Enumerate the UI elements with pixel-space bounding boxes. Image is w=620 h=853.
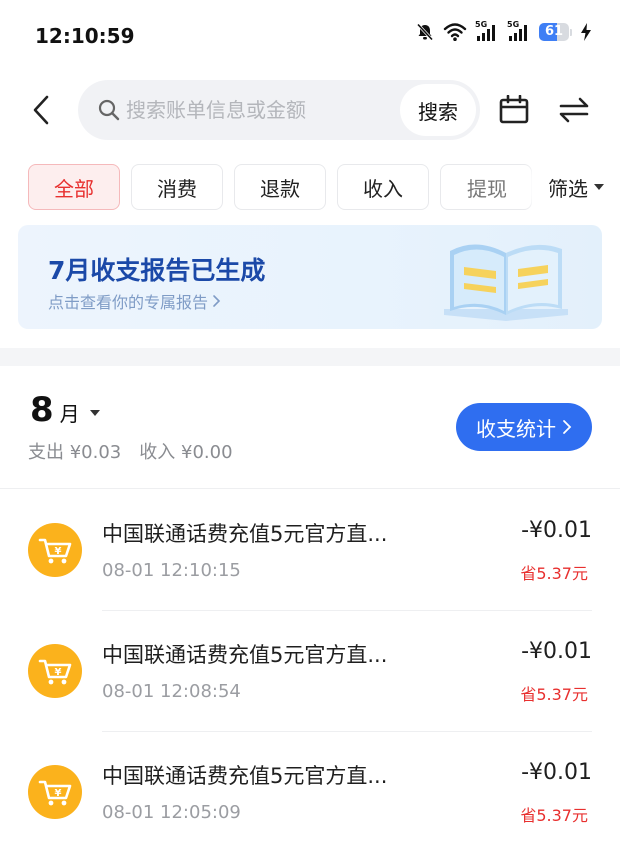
report-banner[interactable]: 7月收支报告已生成 点击查看你的专属报告 xyxy=(18,225,602,329)
month-selector[interactable]: 8 月 xyxy=(30,390,100,430)
transaction-amount: -¥0.01 xyxy=(521,760,592,785)
dropdown-triangle-icon xyxy=(594,184,604,190)
report-subtitle-link[interactable]: 点击查看你的专属报告 xyxy=(48,289,222,313)
shopping-cart-icon: ¥ xyxy=(38,780,72,806)
search-button[interactable]: 搜索 xyxy=(400,84,476,136)
wifi-icon xyxy=(443,23,467,41)
cellular-signal-2: 5G xyxy=(507,20,531,42)
transaction-title: 中国联通话费充值5元官方直... xyxy=(102,764,388,788)
tab-consumption[interactable]: 消费 xyxy=(131,164,223,210)
book-illustration-icon xyxy=(444,244,568,321)
status-bar: 12:10:59 5G 5G 61 xyxy=(0,0,620,72)
report-title: 7月收支报告已生成 xyxy=(48,256,266,285)
filter-tabs: 全部 消费 退款 收入 提现 筛选 xyxy=(28,164,620,210)
chevron-right-icon xyxy=(213,295,221,307)
cellular-signal-1: 5G xyxy=(475,20,499,42)
tab-withdraw[interactable]: 提现 xyxy=(440,164,532,210)
svg-text:¥: ¥ xyxy=(55,788,62,799)
transaction-title: 中国联通话费充值5元官方直... xyxy=(102,643,388,667)
status-icons: 5G 5G 61 xyxy=(415,20,592,42)
transaction-item[interactable]: ¥ 中国联通话费充值5元官方直... 08-01 12:08:54 -¥0.01… xyxy=(0,611,620,732)
transaction-time: 08-01 12:08:54 xyxy=(102,681,241,702)
transaction-saving: 省5.37元 xyxy=(520,806,588,825)
chevron-right-icon xyxy=(563,420,572,434)
expense-total: 支出 ¥0.03 xyxy=(28,442,122,463)
shopping-cart-icon: ¥ xyxy=(38,538,72,564)
tab-refund[interactable]: 退款 xyxy=(234,164,326,210)
tab-income[interactable]: 收入 xyxy=(337,164,429,210)
transaction-saving: 省5.37元 xyxy=(520,685,588,704)
chevron-left-icon xyxy=(33,95,49,125)
shopping-cart-icon: ¥ xyxy=(38,659,72,685)
tab-all[interactable]: 全部 xyxy=(28,164,120,210)
transaction-icon: ¥ xyxy=(28,644,82,698)
svg-text:¥: ¥ xyxy=(55,667,62,678)
search-input[interactable] xyxy=(126,90,396,130)
stats-button-label: 收支统计 xyxy=(476,416,556,441)
transaction-time: 08-01 12:10:15 xyxy=(102,560,241,581)
filter-label: 筛选 xyxy=(548,176,588,201)
transaction-title: 中国联通话费充值5元官方直... xyxy=(102,522,388,546)
battery-level-text: 61 xyxy=(544,24,564,39)
calendar-button[interactable] xyxy=(498,94,530,125)
month-summary: 支出 ¥0.03 收入 ¥0.00 xyxy=(28,438,233,464)
battery-tip xyxy=(570,28,572,36)
transaction-item[interactable]: ¥ 中国联通话费充值5元官方直... 08-01 12:05:09 -¥0.01… xyxy=(0,732,620,853)
status-time: 12:10:59 xyxy=(35,24,135,48)
battery-icon: 61 xyxy=(539,23,569,41)
back-button[interactable] xyxy=(26,92,56,128)
summary-divider xyxy=(0,488,620,489)
network-type-label: 5G xyxy=(475,20,488,29)
stats-button[interactable]: 收支统计 xyxy=(456,403,592,451)
battery-indicator: 61 xyxy=(539,23,572,41)
transaction-item[interactable]: ¥ 中国联通话费充值5元官方直... 08-01 12:10:15 -¥0.01… xyxy=(0,490,620,611)
transaction-time: 08-01 12:05:09 xyxy=(102,802,241,823)
transaction-icon: ¥ xyxy=(28,765,82,819)
transaction-saving: 省5.37元 xyxy=(520,564,588,583)
month-unit: 月 xyxy=(59,402,80,426)
section-divider xyxy=(0,348,620,366)
calendar-icon xyxy=(499,94,529,124)
search-box[interactable]: 搜索 xyxy=(78,80,480,140)
switch-view-button[interactable] xyxy=(558,95,590,125)
swap-arrows-icon xyxy=(559,97,589,123)
transaction-amount: -¥0.01 xyxy=(521,518,592,543)
report-subtitle: 点击查看你的专属报告 xyxy=(48,293,209,312)
dropdown-triangle-icon xyxy=(89,410,100,416)
svg-text:¥: ¥ xyxy=(55,546,62,557)
filter-button[interactable]: 筛选 xyxy=(532,164,620,210)
network-type-label: 5G xyxy=(507,20,520,29)
search-icon xyxy=(98,99,120,121)
transaction-icon: ¥ xyxy=(28,523,82,577)
mute-bell-icon xyxy=(416,23,434,41)
charging-bolt-icon xyxy=(581,23,591,41)
transaction-amount: -¥0.01 xyxy=(521,639,592,664)
income-total: 收入 ¥0.00 xyxy=(139,442,233,463)
month-number: 8 xyxy=(30,390,54,430)
